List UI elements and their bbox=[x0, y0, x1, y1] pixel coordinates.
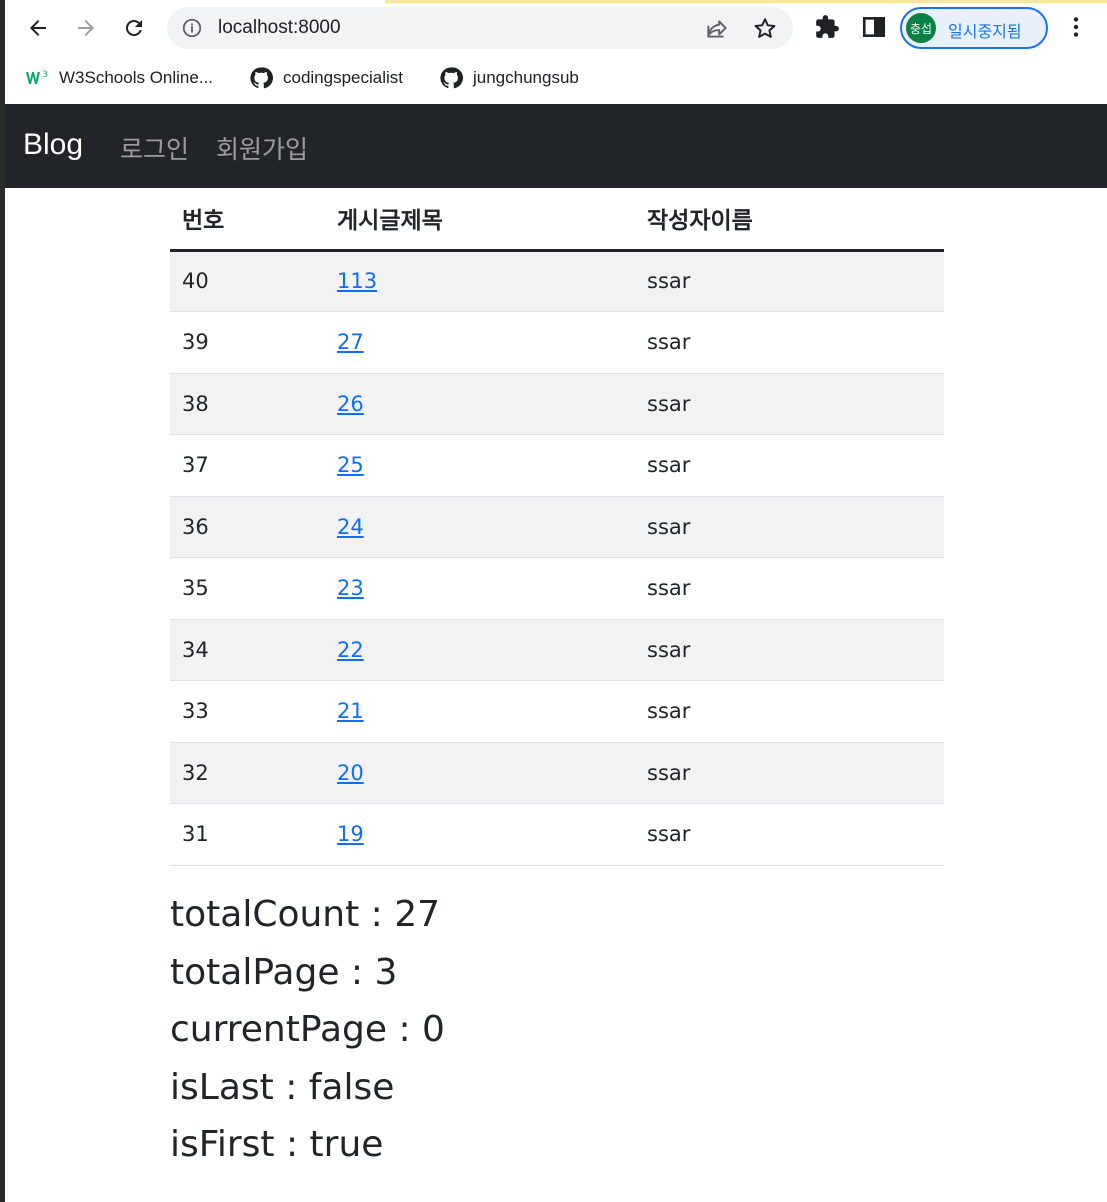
post-title-link[interactable]: 22 bbox=[337, 638, 364, 662]
bookmarks-bar: 3 W3Schools Online... codingspecialist j… bbox=[5, 56, 1107, 104]
cell-id: 39 bbox=[170, 311, 325, 374]
stat-total-page: totalPage : 3 bbox=[170, 951, 398, 993]
post-title-link[interactable]: 23 bbox=[337, 576, 364, 600]
page-navbar: Blog 로그인 회원가입 bbox=[5, 104, 1107, 188]
post-title-link[interactable]: 19 bbox=[337, 822, 364, 846]
cell-id: 33 bbox=[170, 680, 325, 743]
bookmark-w3schools[interactable]: 3 W3Schools Online... bbox=[25, 64, 213, 92]
table-row: 32 20 ssar bbox=[170, 742, 944, 804]
table-row: 33 21 ssar bbox=[170, 680, 944, 743]
bookmark-label: codingspecialist bbox=[283, 68, 404, 87]
profile-status: 일시중지됨 bbox=[948, 22, 1022, 41]
table-row: 37 25 ssar bbox=[170, 434, 944, 497]
stat-current-page: currentPage : 0 bbox=[170, 1009, 445, 1050]
back-button[interactable] bbox=[20, 10, 56, 46]
stat-is-first: isFirst : true bbox=[170, 1124, 384, 1165]
cell-author: ssar bbox=[635, 311, 944, 374]
cell-id: 32 bbox=[170, 742, 325, 804]
bookmark-jungchungsub[interactable]: jungchungsub bbox=[439, 64, 579, 92]
cell-title: 26 bbox=[325, 373, 635, 435]
cell-title: 27 bbox=[325, 311, 635, 374]
extensions-puzzle-icon[interactable] bbox=[814, 14, 840, 40]
table-header-row: 번호 게시글제목 작성자이름 bbox=[170, 188, 944, 252]
url-text: localhost:8000 bbox=[218, 17, 341, 38]
cell-title: 19 bbox=[325, 803, 635, 866]
info-icon[interactable] bbox=[181, 17, 203, 39]
cell-author: ssar bbox=[635, 434, 944, 497]
share-icon[interactable] bbox=[704, 16, 730, 42]
bookmark-codingspecialist[interactable]: codingspecialist bbox=[249, 64, 403, 92]
cell-author: ssar bbox=[635, 803, 944, 866]
cell-author: ssar bbox=[635, 373, 944, 435]
arrow-left-icon bbox=[30, 20, 46, 36]
reload-button[interactable] bbox=[116, 10, 152, 46]
table-row: 38 26 ssar bbox=[170, 373, 944, 435]
address-bar[interactable]: localhost:8000 bbox=[167, 7, 793, 49]
header-title: 게시글제목 bbox=[325, 188, 635, 252]
arrow-right-icon bbox=[78, 20, 94, 36]
reload-icon bbox=[125, 19, 142, 36]
cell-author: ssar bbox=[635, 619, 944, 681]
nav-link-signup[interactable]: 회원가입 bbox=[216, 130, 308, 166]
profile-button[interactable]: 충섭 일시중지됨 bbox=[900, 7, 1048, 49]
cell-title: 113 bbox=[325, 250, 635, 312]
github-icon bbox=[440, 67, 463, 89]
nav-link-login[interactable]: 로그인 bbox=[120, 130, 189, 166]
w3schools-icon: 3 bbox=[26, 70, 48, 84]
profile-avatar: 충섭 bbox=[906, 13, 936, 43]
cell-id: 38 bbox=[170, 373, 325, 435]
cell-id: 35 bbox=[170, 557, 325, 620]
cell-id: 37 bbox=[170, 434, 325, 497]
bookmark-label: W3Schools Online... bbox=[59, 68, 214, 87]
post-title-link[interactable]: 26 bbox=[337, 392, 364, 416]
cell-author: ssar bbox=[635, 680, 944, 743]
post-title-link[interactable]: 21 bbox=[337, 699, 364, 723]
paging-stats: totalCount : 27 totalPage : 3 currentPag… bbox=[170, 892, 445, 1180]
header-number: 번호 bbox=[170, 188, 325, 252]
browser-toolbar: localhost:8000 충섭 일시중지됨 bbox=[5, 0, 1107, 56]
github-icon bbox=[250, 67, 273, 89]
cell-title: 21 bbox=[325, 680, 635, 743]
cell-title: 25 bbox=[325, 434, 635, 497]
stat-total-count: totalCount : 27 bbox=[170, 894, 441, 935]
table-row: 36 24 ssar bbox=[170, 496, 944, 558]
navbar-brand[interactable]: Blog bbox=[23, 128, 83, 162]
post-title-link[interactable]: 113 bbox=[337, 269, 377, 293]
bookmark-label: jungchungsub bbox=[473, 68, 579, 87]
cell-title: 23 bbox=[325, 557, 635, 620]
forward-button[interactable] bbox=[68, 10, 104, 46]
post-title-link[interactable]: 24 bbox=[337, 515, 364, 539]
cell-author: ssar bbox=[635, 742, 944, 804]
cell-title: 20 bbox=[325, 742, 635, 804]
cell-id: 36 bbox=[170, 496, 325, 558]
cell-id: 40 bbox=[170, 250, 325, 312]
posts-table: 번호 게시글제목 작성자이름 40 113 ssar 39 27 ssar 38… bbox=[170, 188, 944, 866]
cell-id: 31 bbox=[170, 803, 325, 866]
stat-is-last: isLast : false bbox=[170, 1066, 395, 1108]
table-row: 35 23 ssar bbox=[170, 557, 944, 620]
table-row: 34 22 ssar bbox=[170, 619, 944, 681]
cell-title: 22 bbox=[325, 619, 635, 681]
cell-author: ssar bbox=[635, 250, 944, 312]
toolbar-accent-line bbox=[385, 0, 1107, 3]
svg-text:3: 3 bbox=[42, 70, 48, 80]
cell-title: 24 bbox=[325, 496, 635, 558]
post-title-link[interactable]: 25 bbox=[337, 453, 364, 477]
side-panel-icon[interactable] bbox=[861, 14, 887, 40]
cell-author: ssar bbox=[635, 496, 944, 558]
more-menu-icon[interactable] bbox=[1063, 14, 1089, 40]
header-author: 작성자이름 bbox=[635, 188, 944, 252]
table-row: 39 27 ssar bbox=[170, 311, 944, 374]
cell-id: 34 bbox=[170, 619, 325, 681]
table-row: 31 19 ssar bbox=[170, 803, 944, 866]
post-title-link[interactable]: 20 bbox=[337, 761, 364, 785]
bookmark-star-icon[interactable] bbox=[752, 16, 778, 42]
table-row: 40 113 ssar bbox=[170, 250, 944, 312]
cell-author: ssar bbox=[635, 557, 944, 620]
post-title-link[interactable]: 27 bbox=[337, 330, 364, 354]
